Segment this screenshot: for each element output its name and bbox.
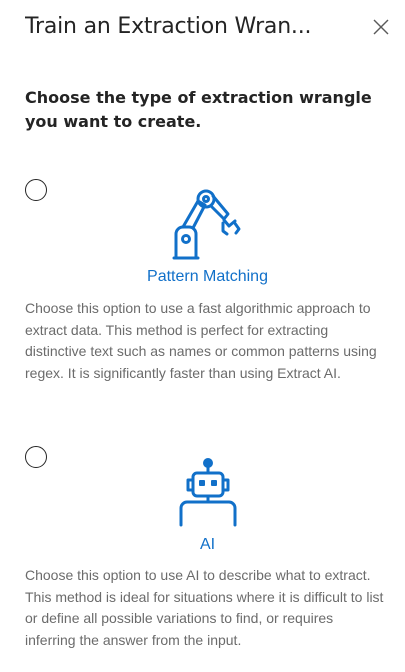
- dialog-header: Train an Extraction Wran...: [25, 10, 365, 46]
- close-button[interactable]: [370, 16, 392, 38]
- pattern-matching-radio[interactable]: [25, 179, 47, 201]
- ai-label[interactable]: AI: [0, 536, 405, 554]
- extraction-wrangle-dialog: Train an Extraction Wran... Choose the t…: [0, 0, 405, 672]
- robot-icon: [172, 458, 244, 527]
- prompt-heading: Choose the type of extraction wrangle yo…: [25, 88, 372, 131]
- ai-description: Choose this option to use AI to describe…: [25, 567, 384, 648]
- ai-radio[interactable]: [25, 446, 47, 468]
- robot-arm-icon: [172, 186, 244, 260]
- pattern-matching-label[interactable]: Pattern Matching: [0, 268, 405, 286]
- pattern-matching-description: Choose this option to use a fast algorit…: [25, 300, 377, 381]
- close-icon: [373, 19, 389, 35]
- dialog-title: Train an Extraction Wran...: [25, 14, 312, 39]
